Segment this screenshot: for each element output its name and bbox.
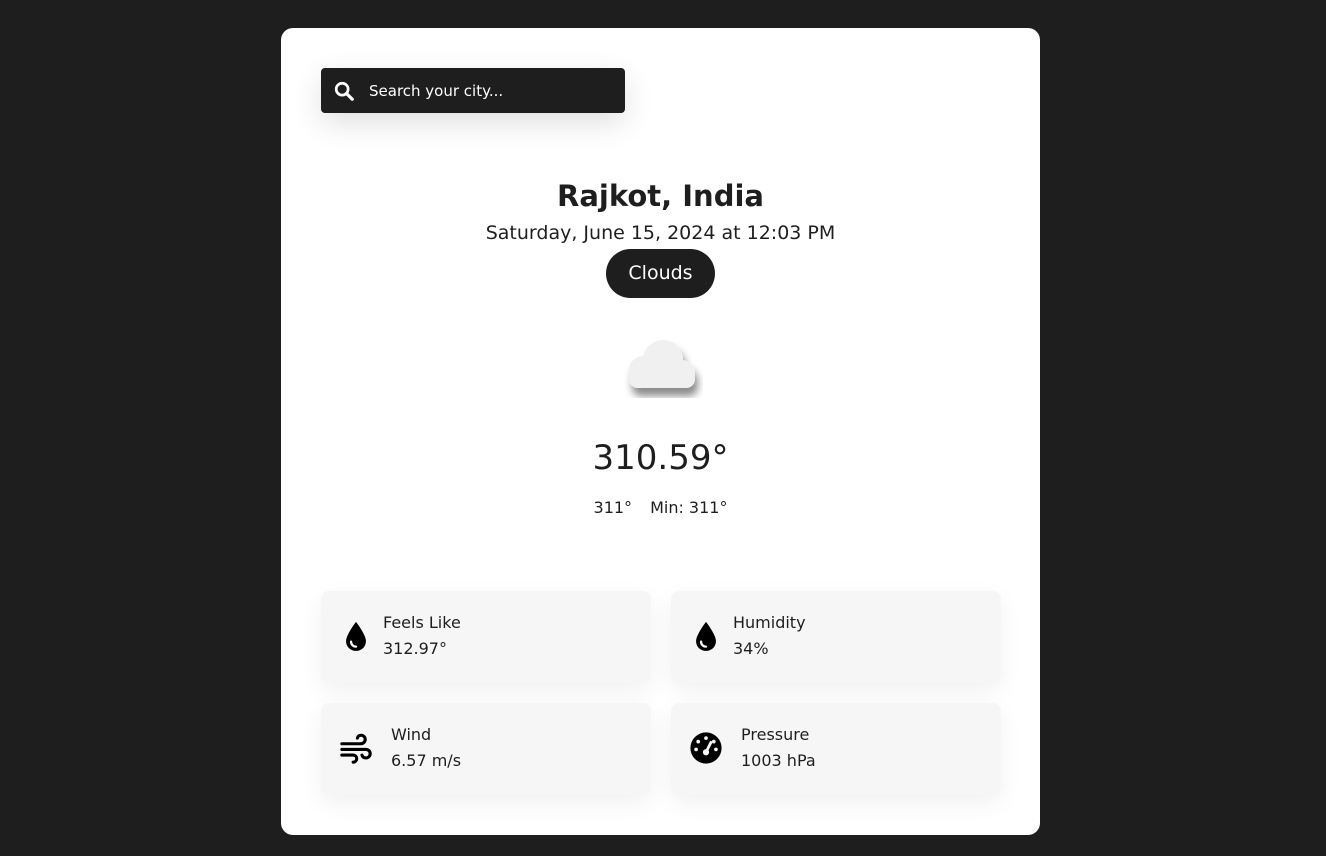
weather-card: Rajkot, India Saturday, June 15, 2024 at… — [281, 28, 1040, 835]
wind-icon — [340, 733, 372, 764]
weather-condition-badge: Clouds — [606, 249, 715, 298]
temperature: 310.59° — [592, 438, 729, 478]
feels-like-label: Feels Like — [383, 613, 461, 632]
wind-value: 6.57 m/s — [391, 751, 462, 770]
search-icon[interactable] — [333, 80, 355, 102]
max-temperature: 311° — [593, 498, 633, 517]
pressure-value: 1003 hPa — [741, 751, 816, 770]
min-temperature: Min: 311° — [650, 498, 728, 517]
wind-card: Wind 6.57 m/s — [321, 703, 651, 795]
cloud-icon — [629, 340, 695, 388]
pressure-card: Pressure 1003 hPa — [671, 703, 1001, 795]
humidity-label: Humidity — [733, 613, 806, 632]
humidity-card: Humidity 34% — [671, 591, 1001, 683]
min-max-temperature: 311° Min: 311° — [281, 496, 1040, 520]
humidity-value: 34% — [733, 639, 769, 658]
droplet-icon — [696, 621, 716, 651]
droplet-icon — [346, 621, 366, 651]
city-name: Rajkot, India — [557, 179, 764, 213]
feels-like-card: Feels Like 312.97° — [321, 591, 651, 683]
wind-label: Wind — [391, 725, 432, 744]
date-time: Saturday, June 15, 2024 at 12:03 PM — [485, 222, 836, 244]
search-bar[interactable] — [321, 68, 625, 113]
pressure-label: Pressure — [741, 725, 810, 744]
feels-like-value: 312.97° — [383, 639, 447, 658]
gauge-icon — [690, 732, 722, 764]
search-input[interactable] — [369, 68, 619, 113]
